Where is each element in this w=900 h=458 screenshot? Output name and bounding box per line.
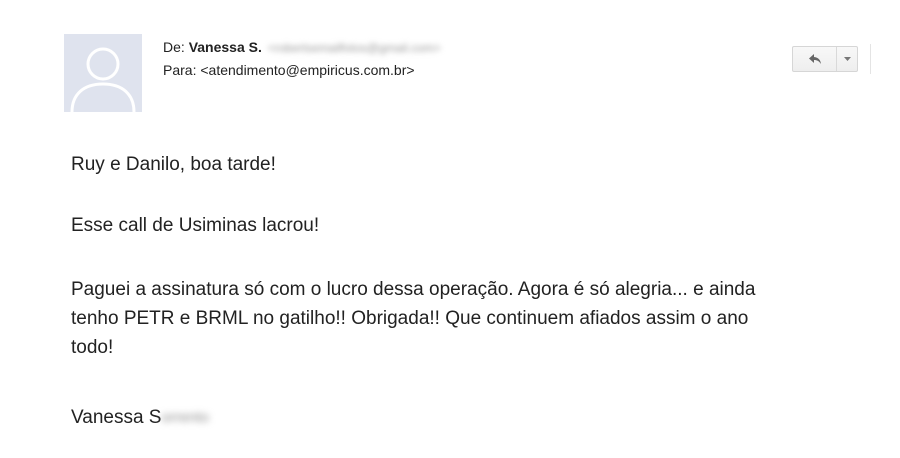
reply-button-group	[792, 46, 858, 72]
email-view: De: Vanessa S. <robertsemailfotos@gmail.…	[0, 0, 900, 458]
to-row: Para: <atendimento@empiricus.com.br>	[163, 59, 441, 81]
more-options-button[interactable]	[837, 47, 857, 71]
caret-down-icon	[843, 57, 851, 61]
sender-avatar	[64, 34, 142, 112]
message-paragraph: Esse call de Usiminas lacrou!	[71, 215, 320, 236]
signature-name: Vanessa S	[71, 407, 162, 428]
toolbar-divider	[870, 44, 871, 74]
sender-name[interactable]: Vanessa S.	[189, 39, 262, 55]
from-row: De: Vanessa S. <robertsemailfotos@gmail.…	[163, 36, 441, 59]
email-header: De: Vanessa S. <robertsemailfotos@gmail.…	[163, 36, 441, 81]
reply-button[interactable]	[793, 47, 837, 71]
to-label: Para:	[163, 62, 197, 79]
signature-blurred: orrento	[161, 409, 210, 427]
sender-email-blurred: <robertsemailfotos@gmail.com>	[267, 41, 441, 56]
reply-arrow-icon	[808, 54, 821, 64]
message-greeting: Ruy e Danilo, boa tarde!	[71, 154, 276, 175]
message-paragraph: Paguei a assinatura só com o lucro dessa…	[71, 279, 756, 358]
profile-silhouette-icon	[64, 34, 142, 112]
recipient-address[interactable]: <atendimento@empiricus.com.br>	[200, 62, 414, 78]
message-signature: Vanessa Sorrento	[71, 403, 209, 432]
from-label: De:	[163, 39, 185, 55]
